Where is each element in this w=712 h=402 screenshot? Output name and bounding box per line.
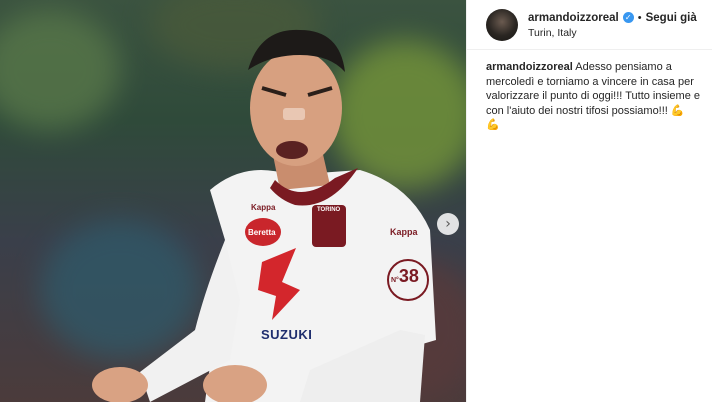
jersey-number: 38 [398, 266, 419, 286]
post-photo: Kappa TORINO Beretta SUZUKI N°38 Kappa › [0, 0, 466, 402]
following-button[interactable]: Segui già [646, 11, 697, 25]
post-header: armandoizzoreal ✓ • Segui già Turin, Ita… [467, 0, 712, 50]
jersey-club-label: TORINO [317, 207, 341, 213]
username-link[interactable]: armandoizzoreal [528, 11, 619, 25]
player-illustration [92, 29, 436, 402]
jersey-sponsor-main: SUZUKI [261, 327, 313, 342]
jersey-sponsor-top: Kappa [251, 203, 276, 212]
verified-badge-icon: ✓ [622, 12, 634, 23]
separator-dot: • [637, 11, 642, 24]
post-side-panel: armandoizzoreal ✓ • Segui già Turin, Ita… [466, 0, 712, 402]
header-text: armandoizzoreal ✓ • Segui già Turin, Ita… [528, 11, 697, 39]
jersey-brand-left: Beretta [248, 228, 276, 237]
chevron-right-icon[interactable]: › [437, 213, 459, 235]
avatar[interactable] [486, 8, 518, 41]
flexed-biceps-icon: 💪 [486, 118, 500, 132]
location-link[interactable]: Turin, Italy [528, 27, 697, 39]
flexed-biceps-icon: 💪 [670, 103, 685, 117]
caption-username-link[interactable]: armandoizzoreal [486, 61, 573, 73]
header-line: armandoizzoreal ✓ • Segui già [528, 11, 697, 25]
post-caption: armandoizzoreal Adesso pensiamo a mercol… [486, 60, 700, 133]
jersey-number-block: N°38 [391, 266, 419, 287]
jersey-number-prefix: N° [391, 277, 399, 284]
jersey-brand-right: Kappa [390, 227, 418, 237]
